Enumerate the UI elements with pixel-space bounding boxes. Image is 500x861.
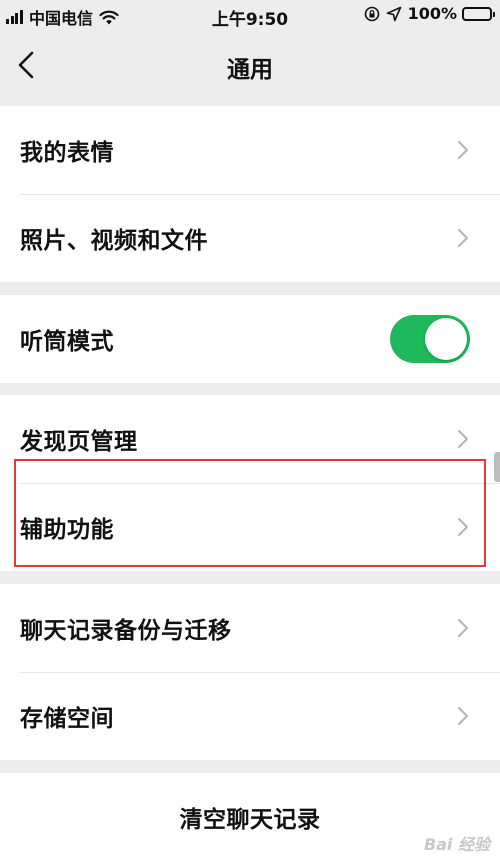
settings-group-media: 我的表情 照片、视频和文件 — [0, 106, 500, 282]
navigation-bar: 通用 — [0, 30, 500, 100]
battery-percent: 100% — [407, 4, 457, 23]
chevron-right-icon — [458, 707, 468, 725]
chevron-right-icon — [458, 141, 468, 159]
row-earpiece-mode: 听筒模式 — [0, 295, 500, 383]
chevron-right-icon — [458, 229, 468, 247]
row-discover-management[interactable]: 发现页管理 — [0, 395, 500, 483]
row-label: 辅助功能 — [20, 517, 114, 543]
row-label: 听筒模式 — [20, 329, 114, 355]
location-arrow-icon — [386, 6, 401, 21]
scroll-handle[interactable] — [494, 452, 500, 482]
chevron-right-icon — [458, 430, 468, 448]
toggle-knob — [425, 318, 467, 360]
row-label: 发现页管理 — [20, 429, 138, 455]
row-storage[interactable]: 存储空间 — [0, 672, 500, 760]
chevron-right-icon — [458, 619, 468, 637]
battery-icon — [462, 6, 495, 21]
row-label: 我的表情 — [20, 140, 114, 166]
settings-group-earpiece: 听筒模式 — [0, 295, 500, 383]
status-right: 100% — [364, 4, 495, 23]
settings-group-storage: 聊天记录备份与迁移 存储空间 — [0, 584, 500, 760]
chevron-right-icon — [458, 518, 468, 536]
page-title: 通用 — [227, 57, 273, 83]
row-accessibility[interactable]: 辅助功能 — [0, 483, 500, 571]
row-label: 聊天记录备份与迁移 — [20, 618, 232, 644]
row-photos-videos-files[interactable]: 照片、视频和文件 — [0, 194, 500, 282]
watermark: Bai 经验 — [423, 835, 490, 854]
row-label: 存储空间 — [20, 706, 114, 732]
status-bar: 中国电信 上午9:50 100% — [0, 0, 500, 30]
settings-group-discover: 发现页管理 辅助功能 — [0, 395, 500, 571]
row-my-stickers[interactable]: 我的表情 — [0, 106, 500, 194]
earpiece-mode-toggle[interactable] — [390, 315, 470, 363]
row-chat-backup-migration[interactable]: 聊天记录备份与迁移 — [0, 584, 500, 672]
rotation-lock-icon — [364, 6, 379, 21]
row-label: 照片、视频和文件 — [20, 228, 208, 254]
clear-chat-history-label: 清空聊天记录 — [179, 807, 321, 833]
